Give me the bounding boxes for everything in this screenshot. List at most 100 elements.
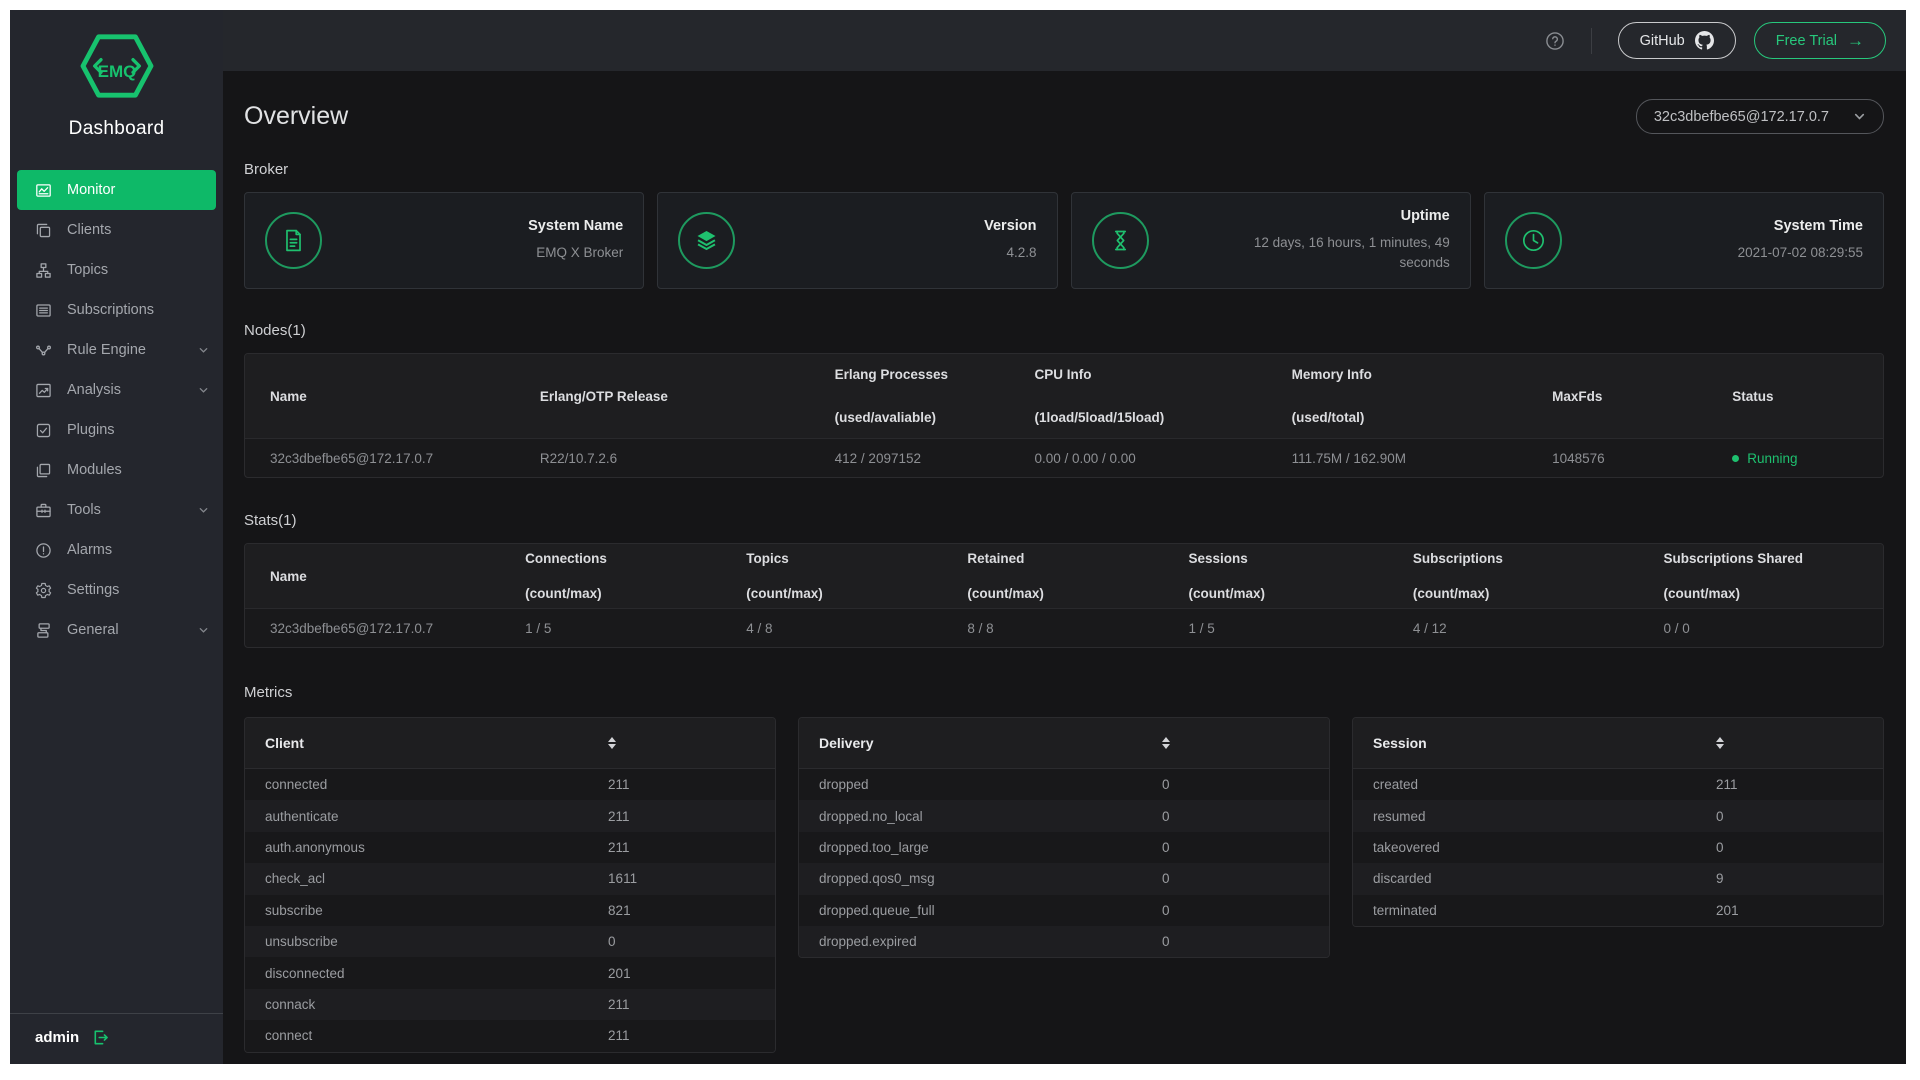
metric-name: terminated (1373, 903, 1437, 918)
monitor-icon (35, 182, 52, 199)
metric-row: connected211 (245, 769, 775, 800)
column-header-line1: Name (270, 569, 517, 584)
metric-row: disconnected201 (245, 957, 775, 988)
node-selector-dropdown[interactable]: 32c3dbefbe65@172.17.0.7 (1636, 99, 1884, 134)
metric-value: 1611 (608, 871, 637, 886)
free-trial-button[interactable]: Free Trial → (1754, 22, 1886, 59)
plugins-icon (35, 422, 52, 439)
metric-value: 211 (608, 809, 630, 824)
table-cell: Running (1732, 439, 1883, 478)
table-cell: 0.00 / 0.00 / 0.00 (1034, 439, 1291, 478)
metric-value: 0 (1716, 840, 1724, 855)
metric-name: dropped.too_large (819, 840, 929, 855)
metric-name: resumed (1373, 809, 1426, 824)
table-cell: 111.75M / 162.90M (1292, 439, 1552, 478)
metrics-table-session: Sessioncreated211resumed0takeovered0disc… (1352, 717, 1884, 927)
metric-row: connect211 (245, 1020, 775, 1051)
table-cell: 32c3dbefbe65@172.17.0.7 (245, 439, 540, 478)
sidebar-item-analysis[interactable]: Analysis (10, 370, 223, 410)
page-title: Overview (244, 102, 348, 131)
metric-row: dropped.too_large0 (799, 832, 1329, 863)
metric-row: dropped.qos0_msg0 (799, 863, 1329, 894)
metric-name: dropped.expired (819, 934, 917, 949)
sort-icon[interactable] (1162, 737, 1170, 749)
column-header-line1: Connections (525, 551, 738, 566)
sidebar-item-topics[interactable]: Topics (10, 250, 223, 290)
sort-desc-icon (1162, 744, 1170, 749)
table-cell: 1 / 5 (1188, 609, 1412, 648)
column-header-line1: Name (270, 389, 532, 404)
metrics-tables: Clientconnected211authenticate211auth.an… (244, 717, 1884, 1053)
svg-text:EMQ: EMQ (97, 62, 136, 81)
column-header-text: Topics(count/max) (746, 551, 959, 601)
metric-name: auth.anonymous (265, 840, 365, 855)
column-header-text: Retained (count/max) (967, 551, 1180, 601)
sidebar-item-label: Settings (67, 582, 119, 598)
sidebar-item-clients[interactable]: Clients (10, 210, 223, 250)
clients-icon (35, 222, 52, 239)
sidebar-item-subscriptions[interactable]: Subscriptions (10, 290, 223, 330)
column-header-subscriptions: Subscriptions(count/max) (1413, 544, 1664, 609)
metric-value: 201 (1716, 903, 1739, 918)
topics-icon (35, 262, 52, 279)
metric-name: connack (265, 997, 315, 1012)
column-header-text: MaxFds (1552, 389, 1724, 404)
stats-section-label: Stats(1) (244, 512, 1884, 529)
column-header-text: Status (1732, 389, 1875, 404)
broker-card-value: 12 days, 16 hours, 1 minutes, 49 seconds (1235, 233, 1450, 274)
broker-card-value: EMQ X Broker (528, 243, 623, 263)
broker-card-title: Version (984, 218, 1036, 234)
column-header-text: Name (270, 389, 532, 404)
broker-card-text: System NameEMQ X Broker (528, 218, 623, 263)
sidebar-item-general[interactable]: General (10, 610, 223, 650)
sort-icon[interactable] (608, 737, 616, 749)
alarms-icon (35, 542, 52, 559)
column-header-text: Erlang/OTP Release (540, 389, 827, 404)
metric-name: connect (265, 1028, 312, 1043)
sidebar-item-alarms[interactable]: Alarms (10, 530, 223, 570)
sidebar-item-settings[interactable]: Settings (10, 570, 223, 610)
stats-table: NameConnections(count/max)Topics(count/m… (244, 543, 1884, 648)
overview-page: Overview 32c3dbefbe65@172.17.0.7 Broker … (223, 71, 1906, 1064)
column-header-line2: (count/max) (746, 586, 959, 601)
sidebar-item-tools[interactable]: Tools (10, 490, 223, 530)
broker-section-label: Broker (244, 161, 1884, 178)
github-button[interactable]: GitHub (1618, 22, 1736, 59)
help-icon[interactable] (1545, 31, 1565, 51)
table-cell: 412 / 2097152 (835, 439, 1035, 478)
general-icon (35, 622, 52, 639)
broker-card-value: 4.2.8 (984, 243, 1036, 263)
sidebar-item-label: Analysis (67, 382, 121, 398)
metric-value: 0 (1162, 777, 1170, 792)
sidebar-item-rule-engine[interactable]: Rule Engine (10, 330, 223, 370)
sort-asc-icon (1716, 737, 1724, 742)
logo-block: EMQ Dashboard (10, 10, 223, 140)
broker-card-system-name: System NameEMQ X Broker (244, 192, 644, 289)
column-header-line2: (count/max) (967, 586, 1180, 601)
column-header-line2: (count/max) (1663, 586, 1875, 601)
sidebar-item-monitor[interactable]: Monitor (17, 170, 216, 210)
metric-row: resumed0 (1353, 800, 1883, 831)
github-icon (1695, 31, 1714, 50)
app-frame: EMQ Dashboard MonitorClientsTopicsSubscr… (10, 10, 1906, 1064)
column-header-line2: (used/total) (1292, 410, 1544, 425)
document-icon (265, 212, 322, 269)
broker-card-value: 2021-07-02 08:29:55 (1738, 243, 1863, 263)
broker-card-text: Version 4.2.8 (984, 218, 1036, 263)
metric-row: check_acl1611 (245, 863, 775, 894)
metric-row: dropped.queue_full0 (799, 895, 1329, 926)
sort-asc-icon (1162, 737, 1170, 742)
column-header-line1: Erlang/OTP Release (540, 389, 827, 404)
analysis-icon (35, 382, 52, 399)
logout-icon[interactable] (92, 1029, 109, 1046)
sidebar-item-plugins[interactable]: Plugins (10, 410, 223, 450)
sort-icon[interactable] (1716, 737, 1724, 749)
sidebar-item-label: Clients (67, 222, 111, 238)
column-header-line1: Status (1732, 389, 1875, 404)
sidebar-item-label: Tools (67, 502, 101, 518)
metric-name: disconnected (265, 966, 345, 981)
metric-row: dropped0 (799, 769, 1329, 800)
column-header-line1: Retained (967, 551, 1180, 566)
column-header-memory-info: Memory Info(used/total) (1292, 354, 1552, 439)
sidebar-item-modules[interactable]: Modules (10, 450, 223, 490)
